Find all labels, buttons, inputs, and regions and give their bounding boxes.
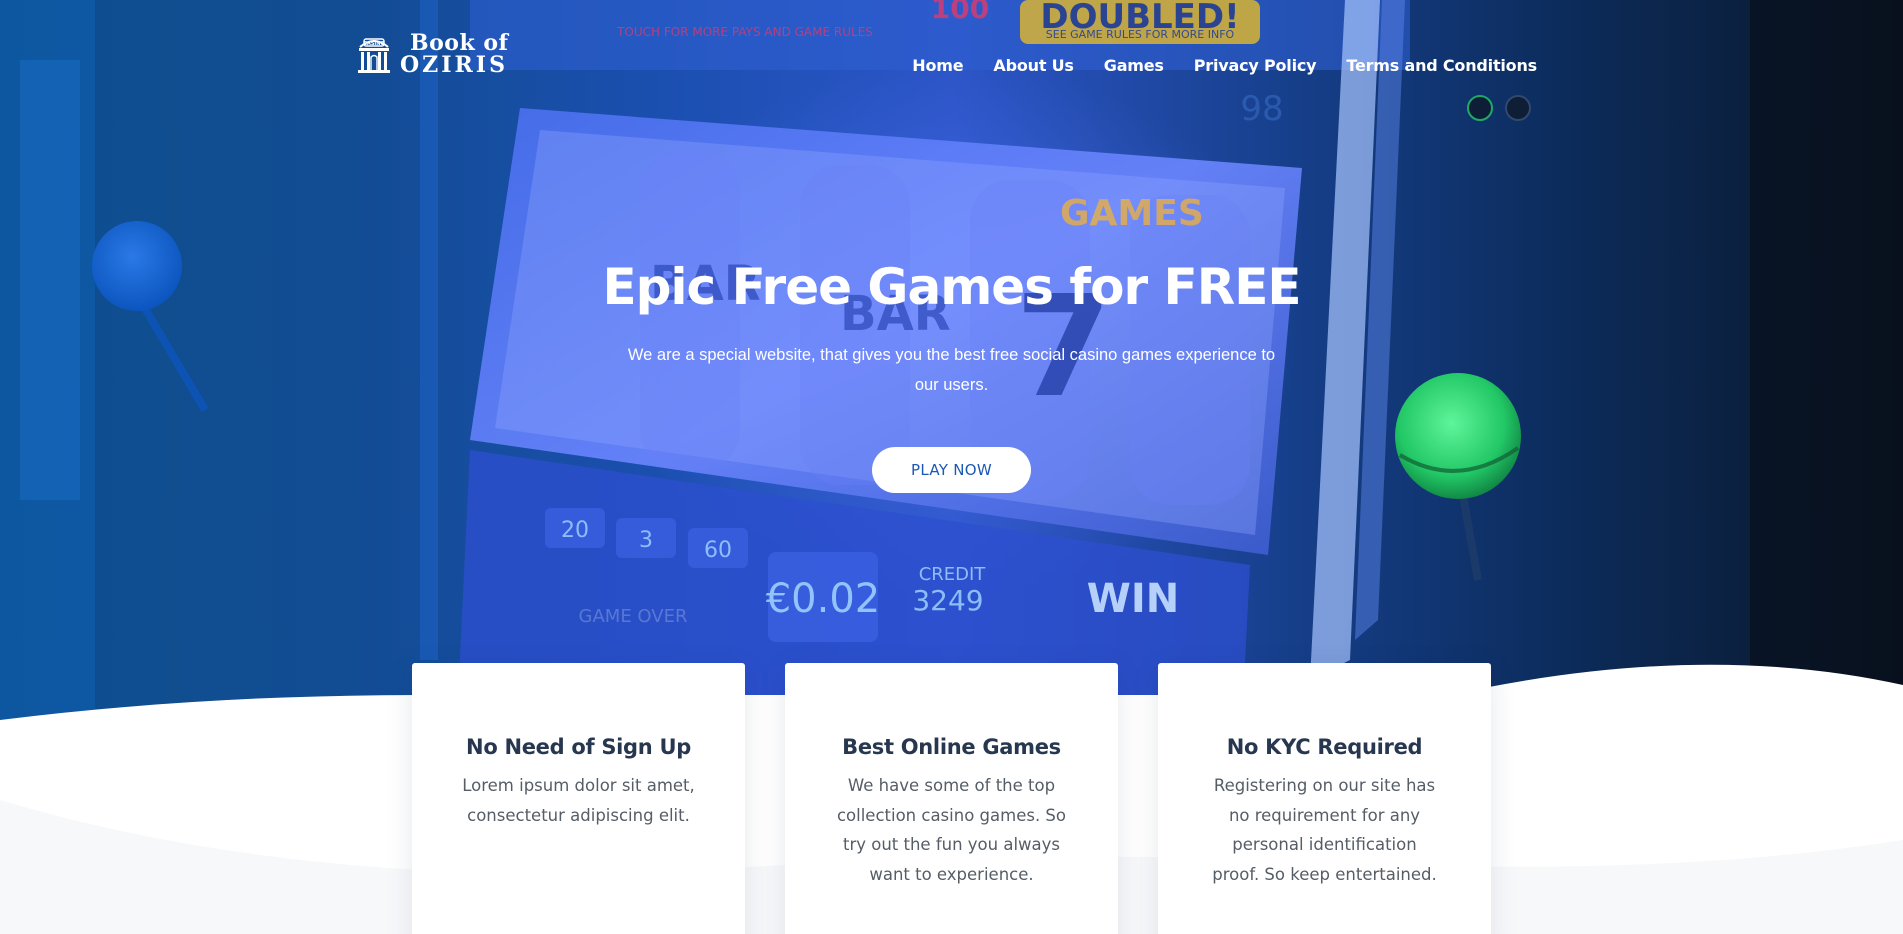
bg-credit-label: CREDIT	[919, 564, 987, 585]
bg-win: WIN	[1087, 576, 1179, 622]
bg-stat-3: 60	[704, 538, 732, 563]
hero-section: DOUBLED! SEE GAME RULES FOR MORE INFO TO…	[0, 0, 1903, 934]
hero-subtitle: We are a special website, that gives you…	[627, 346, 1276, 394]
nav-item-about-us[interactable]: About Us	[993, 56, 1074, 75]
bg-top-right-text: SEE GAME RULES FOR MORE INFO	[1046, 28, 1235, 41]
feature-title: No KYC Required	[1226, 735, 1423, 759]
logo-line-2: OZIRIS	[400, 52, 508, 78]
bg-stat-1: 20	[561, 518, 589, 543]
bg-game-over: GAME OVER	[579, 606, 688, 627]
bg-bet: €0.02	[766, 576, 881, 622]
feature-text: Registering on our site has no requireme…	[1212, 776, 1437, 884]
feature-card-no-kyc: No KYC Required Registering on our site …	[1158, 663, 1491, 934]
nav-item-privacy-policy[interactable]: Privacy Policy	[1194, 56, 1317, 75]
site-logo[interactable]: CASINO Book of OZIRIS	[354, 32, 508, 76]
bg-num-98: 98	[1240, 89, 1283, 129]
nav-item-terms-and-conditions[interactable]: Terms and Conditions	[1346, 56, 1537, 75]
bg-stat-2: 3	[639, 528, 653, 553]
feature-card-best-games: Best Online Games We have some of the to…	[785, 663, 1118, 934]
bg-num-100: 100	[931, 0, 989, 25]
hero-title: Epic Free Games for FREE	[602, 258, 1301, 316]
bg-credit-value: 3249	[912, 584, 983, 617]
feature-card-no-sign-up: No Need of Sign Up Lorem ipsum dolor sit…	[412, 663, 745, 934]
feature-text: Lorem ipsum dolor sit amet, consectetur …	[462, 776, 695, 825]
main-navigation: Home About Us Games Privacy Policy Terms…	[912, 56, 1537, 75]
nav-item-home[interactable]: Home	[912, 56, 963, 75]
feature-title: Best Online Games	[842, 735, 1061, 759]
feature-title: No Need of Sign Up	[466, 735, 691, 759]
logo-line-1: Book of	[410, 30, 509, 56]
logo-wordmark: Book of OZIRIS	[400, 32, 508, 76]
bg-games: GAMES	[1060, 193, 1204, 234]
feature-text: We have some of the top collection casin…	[836, 776, 1067, 884]
bg-top-text: TOUCH FOR MORE PAYS AND GAME RULES	[616, 25, 873, 39]
nav-item-games[interactable]: Games	[1104, 56, 1164, 75]
casino-building-icon: CASINO	[358, 38, 390, 73]
play-now-button[interactable]: PLAY NOW	[872, 447, 1031, 493]
logo-badge-text: CASINO	[363, 41, 384, 47]
